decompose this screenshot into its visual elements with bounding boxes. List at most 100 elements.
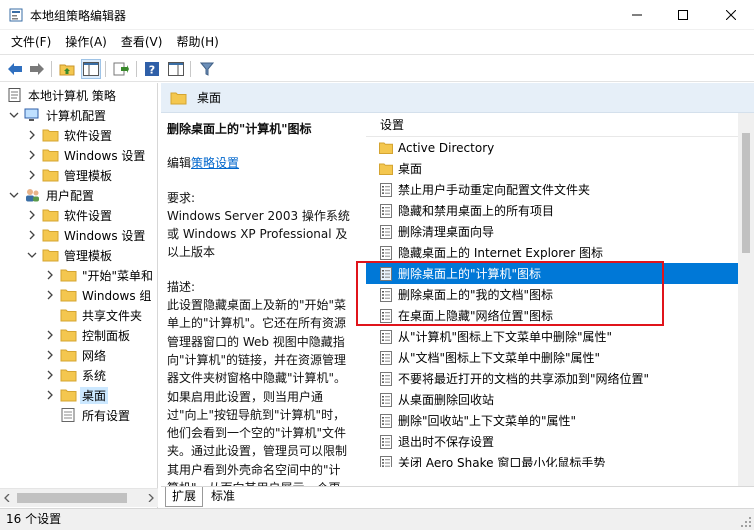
row-label: 不要将最近打开的文档的共享添加到"网络位置" (398, 372, 650, 386)
chevron-down-icon[interactable] (8, 189, 20, 201)
minimize-button[interactable] (614, 0, 660, 30)
tree-horizontal-scrollbar[interactable] (0, 488, 158, 507)
row-label: 从"计算机"图标上下文菜单中删除"属性" (398, 330, 613, 344)
policy-setting-row[interactable]: 删除桌面上的"计算机"图标 (366, 263, 738, 284)
scroll-right-icon[interactable] (148, 494, 154, 502)
chevron-right-icon[interactable] (26, 149, 38, 161)
folder-icon (60, 369, 77, 382)
chevron-right-icon[interactable] (44, 289, 56, 301)
action-pane-icon (168, 62, 184, 76)
menu-view[interactable]: 查看(V) (114, 31, 170, 53)
tree-cc-software[interactable]: 软件设置 (26, 125, 112, 145)
tree-root[interactable]: 本地计算机 策略 (6, 85, 116, 105)
tree-all-settings[interactable]: 所有设置 (60, 405, 130, 425)
scrollbar-thumb[interactable] (17, 493, 127, 503)
column-header-setting[interactable]: 设置 (366, 113, 754, 137)
chevron-right-icon[interactable] (44, 349, 56, 361)
chevron-right-icon[interactable] (26, 169, 38, 181)
forward-button[interactable] (27, 59, 47, 79)
menu-file[interactable]: 文件(F) (4, 31, 58, 53)
folder-icon (60, 389, 77, 402)
description-body: 描述: 此设置隐藏桌面上及新的"开始"菜单上的"计算机"。它还在所有资源管理器窗… (167, 279, 348, 488)
close-button[interactable] (708, 0, 754, 30)
tree-network[interactable]: 网络 (44, 345, 106, 365)
policy-setting-icon (380, 266, 392, 281)
up-level-button[interactable] (57, 59, 77, 79)
tree-control-panel[interactable]: 控制面板 (44, 325, 130, 345)
maximize-icon (678, 10, 688, 20)
window-title: 本地组策略编辑器 (30, 9, 127, 23)
policy-setting-row[interactable]: 删除桌面上的"我的文档"图标 (366, 284, 738, 305)
menu-bar: 文件(F) 操作(A) 查看(V) 帮助(H) (0, 30, 754, 54)
policy-setting-row[interactable]: 禁止用户手动重定向配置文件文件夹 (366, 179, 738, 200)
folder-icon (60, 289, 77, 302)
policy-setting-row[interactable]: 从桌面删除回收站 (366, 389, 738, 410)
tab-extended[interactable]: 扩展 (165, 487, 204, 507)
policy-setting-row[interactable]: 隐藏桌面上的 Internet Explorer 图标 (366, 242, 738, 263)
row-label: 桌面 (398, 162, 423, 176)
chevron-right-icon[interactable] (44, 269, 56, 281)
policy-setting-row[interactable]: 从"文档"图标上下文菜单中删除"属性" (366, 347, 738, 368)
back-arrow-icon (8, 63, 22, 75)
scrollbar-thumb[interactable] (742, 133, 750, 253)
tree-system[interactable]: 系统 (44, 365, 106, 385)
menu-action[interactable]: 操作(A) (58, 31, 114, 53)
tree-shared-folders[interactable]: 共享文件夹 (60, 305, 142, 325)
row-label: 删除清理桌面向导 (398, 225, 495, 239)
menu-help[interactable]: 帮助(H) (169, 31, 225, 53)
tree-cc-windows[interactable]: Windows 设置 (26, 145, 145, 165)
chevron-right-icon[interactable] (26, 209, 38, 221)
filter-icon (200, 62, 214, 76)
back-button[interactable] (5, 59, 25, 79)
policy-setting-row[interactable]: 删除"回收站"上下文菜单的"属性" (366, 410, 738, 431)
policy-setting-row[interactable]: 关闭 Aero Shake 窗口最小化鼠标手势 (366, 452, 738, 467)
chevron-right-icon[interactable] (26, 229, 38, 241)
policy-setting-icon (380, 350, 392, 365)
policy-setting-row[interactable]: 隐藏和禁用桌面上的所有项目 (366, 200, 738, 221)
chevron-down-icon[interactable] (26, 249, 38, 261)
vertical-scrollbar[interactable] (738, 113, 754, 488)
tree-uc-software[interactable]: 软件设置 (26, 205, 112, 225)
tab-standard[interactable]: 标准 (205, 487, 241, 507)
chevron-right-icon[interactable] (44, 329, 56, 341)
policy-setting-row[interactable]: 不要将最近打开的文档的共享添加到"网络位置" (366, 368, 738, 389)
chevron-right-icon[interactable] (44, 369, 56, 381)
show-hide-tree-button[interactable] (81, 59, 101, 79)
tree-user-config[interactable]: 用户配置 (8, 185, 94, 205)
filter-button[interactable] (197, 59, 217, 79)
tree-uc-windows[interactable]: Windows 设置 (26, 225, 145, 245)
chevron-right-icon[interactable] (44, 389, 56, 401)
list-folder-item[interactable]: 桌面 (366, 158, 738, 179)
toolbar: ? (0, 54, 754, 82)
scroll-left-icon[interactable] (4, 494, 10, 502)
tree-uc-admin[interactable]: 管理模板 (26, 245, 112, 265)
policy-setting-row[interactable]: 从"计算机"图标上下文菜单中删除"属性" (366, 326, 738, 347)
policy-setting-row[interactable]: 删除清理桌面向导 (366, 221, 738, 242)
chevron-down-icon[interactable] (8, 109, 20, 121)
folder-icon (42, 129, 59, 142)
policy-setting-icon (380, 224, 392, 239)
requirements-text: 要求: Windows Server 2003 操作系统或 Windows XP… (167, 190, 350, 260)
computer-icon (24, 108, 39, 121)
tree-desktop[interactable]: 桌面 (44, 385, 109, 405)
row-label: Active Directory (398, 140, 495, 155)
policy-setting-row[interactable]: 退出时不保存设置 (366, 431, 738, 452)
list-folder-item[interactable]: Active Directory (366, 137, 738, 158)
show-action-pane-button[interactable] (166, 59, 186, 79)
row-label: 禁止用户手动重定向配置文件文件夹 (398, 183, 591, 197)
tree-computer-config[interactable]: 计算机配置 (8, 105, 106, 125)
tree-windows-components[interactable]: Windows 组 (44, 285, 151, 305)
help-button[interactable]: ? (142, 59, 162, 79)
policy-setting-icon (380, 182, 392, 197)
close-icon (726, 10, 736, 20)
resize-grip-icon[interactable] (740, 516, 752, 528)
policy-setting-row[interactable]: 在桌面上隐藏"网络位置"图标 (366, 305, 738, 326)
maximize-button[interactable] (660, 0, 706, 30)
edit-policy-link[interactable]: 策略设置 (191, 156, 239, 170)
folder-icon (60, 309, 77, 322)
export-list-button[interactable] (111, 59, 131, 79)
tree-start-menu[interactable]: "开始"菜单和 (44, 265, 153, 285)
chevron-right-icon[interactable] (26, 129, 38, 141)
tree-cc-admin[interactable]: 管理模板 (26, 165, 112, 185)
title-bar: 本地组策略编辑器 (0, 0, 754, 30)
